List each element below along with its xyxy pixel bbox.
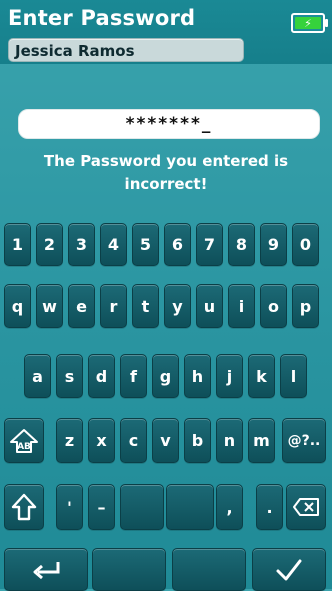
error-message: The Password you entered is incorrect! (30, 150, 302, 196)
key-5[interactable]: 5 (132, 223, 159, 266)
blank-key-1[interactable] (120, 484, 164, 530)
key-1[interactable]: 1 (4, 223, 31, 266)
key-j[interactable]: j (216, 354, 243, 398)
shift-key[interactable] (4, 484, 44, 530)
key-e[interactable]: e (68, 284, 95, 328)
key-s[interactable]: s (56, 354, 83, 398)
backspace-key[interactable] (286, 484, 326, 530)
key-u[interactable]: u (196, 284, 223, 328)
shift-icon (11, 493, 37, 521)
case-toggle-icon: AB (10, 428, 38, 453)
key-q[interactable]: q (4, 284, 31, 328)
key-6[interactable]: 6 (164, 223, 191, 266)
key-l[interactable]: l (280, 354, 307, 398)
user-name-field: Jessica Ramos (8, 38, 244, 62)
key-comma[interactable]: , (216, 484, 243, 530)
key-i[interactable]: i (228, 284, 255, 328)
key-0[interactable]: 0 (292, 223, 319, 266)
key-7[interactable]: 7 (196, 223, 223, 266)
key-4[interactable]: 4 (100, 223, 127, 266)
error-message-line-1: The Password you entered is (43, 152, 289, 170)
key-v[interactable]: v (152, 418, 179, 463)
key-d[interactable]: d (88, 354, 115, 398)
blank-key-2[interactable] (166, 484, 214, 530)
key-g[interactable]: g (152, 354, 179, 398)
key-n[interactable]: n (216, 418, 243, 463)
key-c[interactable]: c (120, 418, 147, 463)
key-h[interactable]: h (184, 354, 211, 398)
key-p[interactable]: p (292, 284, 319, 328)
blank-key-3[interactable] (92, 548, 166, 591)
key-b[interactable]: b (184, 418, 211, 463)
error-message-line-2: incorrect! (124, 175, 208, 193)
return-key[interactable] (4, 548, 88, 591)
key-t[interactable]: t (132, 284, 159, 328)
case-toggle-key[interactable]: AB (4, 418, 44, 463)
key-w[interactable]: w (36, 284, 63, 328)
battery-charging-icon: ⚡ (291, 13, 328, 33)
key-o[interactable]: o (260, 284, 287, 328)
blank-key-4[interactable] (172, 548, 246, 591)
key-period[interactable]: . (256, 484, 283, 530)
symbols-key[interactable]: @?.. (282, 418, 326, 463)
page-title: Enter Password (8, 6, 196, 30)
key-2[interactable]: 2 (36, 223, 63, 266)
password-input[interactable]: *******_ (18, 109, 320, 139)
key-9[interactable]: 9 (260, 223, 287, 266)
key-y[interactable]: y (164, 284, 191, 328)
key-f[interactable]: f (120, 354, 147, 398)
key-m[interactable]: m (248, 418, 275, 463)
return-icon (33, 561, 60, 579)
key-dash[interactable]: – (88, 484, 115, 530)
key-8[interactable]: 8 (228, 223, 255, 266)
svg-text:AB: AB (17, 442, 31, 452)
key-x[interactable]: x (88, 418, 115, 463)
checkmark-icon (276, 559, 302, 580)
confirm-key[interactable] (252, 548, 326, 591)
key-k[interactable]: k (248, 354, 275, 398)
key-3[interactable]: 3 (68, 223, 95, 266)
key-a[interactable]: a (24, 354, 51, 398)
key-apostrophe[interactable]: ' (56, 484, 83, 530)
key-z[interactable]: z (56, 418, 83, 463)
backspace-icon (293, 498, 319, 516)
key-r[interactable]: r (100, 284, 127, 328)
